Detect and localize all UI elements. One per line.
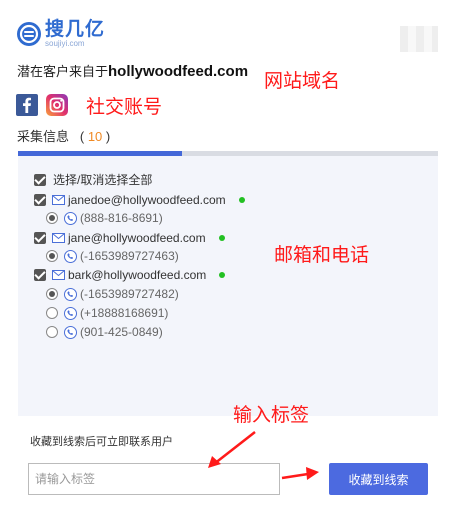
source-line: 潜在客户来自于hollywoodfeed.com — [17, 61, 248, 80]
phone-icon — [64, 211, 77, 225]
phone-radio[interactable] — [46, 212, 58, 224]
status-dot — [219, 272, 226, 278]
instagram-icon[interactable] — [46, 94, 68, 116]
phone-icon — [64, 325, 77, 339]
select-all-row[interactable]: 选择/取消选择全部 — [34, 171, 152, 188]
logo-name: 搜几亿 — [45, 19, 106, 40]
phone-icon — [64, 287, 77, 301]
mail-icon — [52, 233, 65, 243]
phone-icon — [64, 249, 77, 263]
mail-icon — [52, 195, 65, 205]
status-dot — [238, 197, 245, 203]
select-all-label: 选择/取消选择全部 — [53, 173, 153, 187]
source-prefix: 潜在客户来自于 — [17, 64, 109, 79]
annotation-domain: 网站域名 — [264, 71, 341, 92]
facebook-icon[interactable] — [16, 94, 38, 116]
phone-radio[interactable] — [46, 307, 58, 319]
phone-radio[interactable] — [46, 326, 58, 338]
phone-number: (-1653989727463) — [80, 249, 179, 263]
app-logo: 搜几亿 soujiyi.com — [16, 20, 105, 48]
blurred-avatar — [400, 26, 438, 52]
mail-icon — [52, 270, 65, 280]
phone-row[interactable]: (+18888168691) — [46, 306, 168, 320]
logo-domain: soujiyi.com — [45, 39, 85, 48]
phone-number: (-1653989727482) — [80, 287, 179, 301]
collected-count: 10 — [87, 129, 103, 144]
annotation-tag: 输入标签 — [233, 405, 310, 426]
arrow-head — [306, 467, 319, 480]
email-checkbox[interactable] — [34, 232, 46, 244]
tag-input[interactable] — [28, 463, 280, 495]
social-accounts — [16, 94, 76, 116]
collected-label: 采集信息 — [17, 129, 70, 144]
phone-number: (888-816-8691) — [80, 211, 163, 225]
phone-row[interactable]: (-1653989727482) — [46, 287, 179, 301]
phone-row[interactable]: (-1653989727463) — [46, 249, 179, 263]
phone-radio[interactable] — [46, 288, 58, 300]
email-address: jane@hollywoodfeed.com — [68, 231, 206, 245]
phone-radio[interactable] — [46, 250, 58, 262]
save-to-leads-button[interactable]: 收藏到线索 — [329, 463, 428, 495]
phone-number: (901-425-0849) — [80, 325, 163, 339]
phone-row[interactable]: (901-425-0849) — [46, 325, 163, 339]
source-domain[interactable]: hollywoodfeed.com — [108, 63, 248, 80]
status-dot — [218, 235, 225, 241]
arrow-line — [213, 431, 256, 465]
phone-icon — [64, 306, 77, 320]
annotation-contacts: 邮箱和电话 — [274, 245, 370, 266]
annotation-social: 社交账号 — [86, 97, 163, 118]
arrow-line — [281, 472, 309, 480]
email-row[interactable]: janedoe@hollywoodfeed.com — [34, 193, 245, 207]
save-hint: 收藏到线索后可立即联系用户 — [30, 436, 173, 448]
email-checkbox[interactable] — [34, 269, 46, 281]
phone-row[interactable]: (888-816-8691) — [46, 211, 163, 225]
email-address: janedoe@hollywoodfeed.com — [68, 193, 226, 207]
email-checkbox[interactable] — [34, 194, 46, 206]
email-row[interactable]: jane@hollywoodfeed.com — [34, 231, 225, 245]
email-row[interactable]: bark@hollywoodfeed.com — [34, 268, 226, 282]
logo-icon — [17, 22, 41, 46]
phone-number: (+18888168691) — [80, 306, 169, 320]
select-all-checkbox[interactable] — [34, 173, 46, 186]
collected-info-header: 采集信息 ( 10 ) — [17, 129, 111, 144]
email-address: bark@hollywoodfeed.com — [68, 268, 207, 282]
